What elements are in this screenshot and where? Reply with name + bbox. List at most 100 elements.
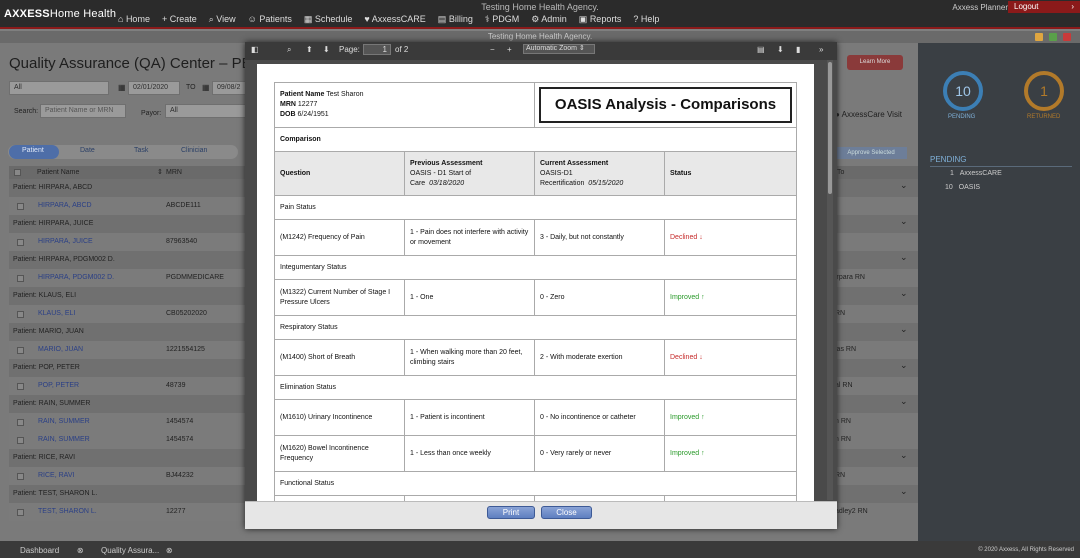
- row-checkbox[interactable]: [17, 383, 24, 390]
- table-row[interactable]: MARIO, JUAN 1221554125: [9, 341, 245, 359]
- row-checkbox[interactable]: [17, 311, 24, 318]
- pending-item-oasis[interactable]: 10 OASIS: [945, 184, 980, 191]
- patient-group-row[interactable]: Patient: HIRPARA, PDGM002 D.: [9, 251, 245, 269]
- table-row[interactable]: RAIN, SUMMER 1454574: [9, 413, 245, 431]
- nav-view[interactable]: ⌕ View: [209, 14, 236, 25]
- patient-group-row[interactable]: Patient: TEST, SHARON L.: [9, 485, 245, 503]
- approve-selected-button[interactable]: Approve Selected: [835, 147, 907, 159]
- group-row-right[interactable]: ⌄: [835, 395, 918, 413]
- tools-icon[interactable]: »: [819, 45, 823, 54]
- patient-group-row[interactable]: Patient: MARIO, JUAN: [9, 323, 245, 341]
- table-row[interactable]: TEST, SHARON L. 12277: [9, 503, 245, 521]
- close-button[interactable]: Close: [541, 506, 592, 519]
- chevron-down-icon[interactable]: ⌄: [900, 212, 908, 230]
- table-row[interactable]: RAIN, SUMMER 1454574: [9, 431, 245, 449]
- row-checkbox[interactable]: [17, 419, 24, 426]
- nav-axxesscare[interactable]: ♥ AxxessCARE: [364, 14, 425, 25]
- row-checkbox[interactable]: [17, 239, 24, 246]
- nav-reports[interactable]: ▣ Reports: [579, 14, 622, 25]
- close-window-button[interactable]: [1063, 33, 1071, 41]
- nav-billing[interactable]: ▤ Billing: [438, 14, 473, 25]
- pending-item-axxesscare[interactable]: 1 AxxessCARE: [950, 170, 1002, 177]
- chevron-down-icon[interactable]: ⌄: [900, 356, 908, 374]
- learn-more-button[interactable]: Learn More: [847, 55, 903, 70]
- group-row-right[interactable]: ⌄: [835, 485, 918, 503]
- patient-name-link[interactable]: HIRPARA, JUICE: [38, 238, 93, 245]
- sort-icon[interactable]: ⇕: [157, 166, 163, 179]
- chevron-down-icon[interactable]: ⌄: [900, 284, 908, 302]
- col-patient-name[interactable]: Patient Name: [37, 169, 79, 176]
- chevron-down-icon[interactable]: ⌄: [900, 446, 908, 464]
- patient-name-link[interactable]: RICE, RAVI: [38, 472, 74, 479]
- select-all-checkbox[interactable]: [14, 169, 21, 176]
- date-from-input[interactable]: 02/01/2020: [128, 81, 180, 95]
- row-checkbox[interactable]: [17, 275, 24, 282]
- patient-name-link[interactable]: RAIN, SUMMER: [38, 436, 90, 443]
- row-checkbox[interactable]: [17, 473, 24, 480]
- patient-group-row[interactable]: Patient: RAIN, SUMMER: [9, 395, 245, 413]
- row-checkbox[interactable]: [17, 347, 24, 354]
- scrollbar-thumb[interactable]: [828, 62, 832, 194]
- chevron-down-icon[interactable]: ⌄: [900, 320, 908, 338]
- nav-patients[interactable]: ☺ Patients: [248, 14, 292, 25]
- download-icon[interactable]: ⬇: [777, 45, 784, 54]
- print-button[interactable]: Print: [487, 506, 535, 519]
- tab-clinician[interactable]: Clinician: [181, 147, 207, 154]
- tab-quality-assurance[interactable]: Quality Assura... ⊗: [101, 546, 173, 555]
- table-row[interactable]: RICE, RAVI BJ44232: [9, 467, 245, 485]
- table-row[interactable]: POP, PETER 48739: [9, 377, 245, 395]
- zoom-select[interactable]: Automatic Zoom ⇕: [523, 44, 595, 54]
- nav-pdgm[interactable]: ⚕ PDGM: [485, 14, 519, 25]
- patient-group-row[interactable]: Patient: KLAUS, ELI: [9, 287, 245, 305]
- patient-name-link[interactable]: TEST, SHARON L.: [38, 508, 97, 515]
- col-mrn[interactable]: MRN: [166, 166, 182, 179]
- tab-patient[interactable]: Patient: [22, 147, 44, 154]
- nav-help[interactable]: ? Help: [633, 14, 659, 25]
- table-row[interactable]: HIRPARA, ABCD ABCDE111: [9, 197, 245, 215]
- tab-dashboard[interactable]: Dashboard ⊗: [20, 546, 84, 555]
- returned-ring[interactable]: 1: [1024, 71, 1064, 111]
- table-row[interactable]: HIRPARA, JUICE 87963540: [9, 233, 245, 251]
- patient-name-link[interactable]: HIRPARA, PDGM002 D.: [38, 274, 114, 281]
- patient-name-link[interactable]: POP, PETER: [38, 382, 79, 389]
- nav-home[interactable]: ⌂ Home: [118, 14, 150, 25]
- group-row-right[interactable]: ⌄: [835, 251, 918, 269]
- maximize-window-button[interactable]: [1049, 33, 1057, 41]
- table-row[interactable]: HIRPARA, PDGM002 D. PGDMMEDICARE: [9, 269, 245, 287]
- row-checkbox[interactable]: [17, 437, 24, 444]
- axxess-planner-link[interactable]: Axxess Planner: [952, 3, 1008, 12]
- bookmark-icon[interactable]: ▮: [796, 45, 800, 54]
- logout-button[interactable]: Logout ›: [1008, 1, 1080, 13]
- payor-select[interactable]: All: [165, 104, 246, 118]
- open-file-icon[interactable]: ▤: [757, 45, 765, 54]
- group-row-right[interactable]: ⌄: [835, 287, 918, 305]
- find-icon[interactable]: ⌕: [287, 45, 291, 55]
- minimize-window-button[interactable]: [1035, 33, 1043, 41]
- tab-task[interactable]: Task: [134, 147, 148, 154]
- group-row-right[interactable]: ⌄: [835, 449, 918, 467]
- chevron-down-icon[interactable]: ⌄: [900, 392, 908, 410]
- zoom-out-button[interactable]: −: [490, 45, 495, 54]
- patient-name-link[interactable]: MARIO, JUAN: [38, 346, 83, 353]
- table-row[interactable]: KLAUS, ELI CB05202020: [9, 305, 245, 323]
- nav-schedule[interactable]: ▦ Schedule: [304, 14, 353, 25]
- branch-select[interactable]: All: [9, 81, 109, 95]
- next-page-icon[interactable]: ⬇: [323, 45, 330, 54]
- nav-create[interactable]: + Create: [162, 14, 197, 25]
- date-to-input[interactable]: 09/08/2: [212, 81, 246, 95]
- row-checkbox[interactable]: [17, 509, 24, 516]
- tab-date[interactable]: Date: [80, 147, 95, 154]
- patient-group-row[interactable]: Patient: POP, PETER: [9, 359, 245, 377]
- zoom-in-button[interactable]: +: [507, 45, 512, 54]
- patient-name-link[interactable]: RAIN, SUMMER: [38, 418, 90, 425]
- previous-page-icon[interactable]: ⬆: [306, 45, 313, 54]
- patient-group-row[interactable]: Patient: HIRPARA, ABCD: [9, 179, 245, 197]
- patient-name-link[interactable]: HIRPARA, ABCD: [38, 202, 92, 209]
- chevron-down-icon[interactable]: ⌄: [900, 482, 908, 500]
- page-number-input[interactable]: 1: [363, 44, 391, 55]
- row-checkbox[interactable]: [17, 203, 24, 210]
- search-input[interactable]: Patient Name or MRN: [40, 104, 126, 118]
- group-row-right[interactable]: ⌄: [835, 323, 918, 341]
- group-row-right[interactable]: ⌄: [835, 359, 918, 377]
- chevron-down-icon[interactable]: ⌄: [900, 248, 908, 266]
